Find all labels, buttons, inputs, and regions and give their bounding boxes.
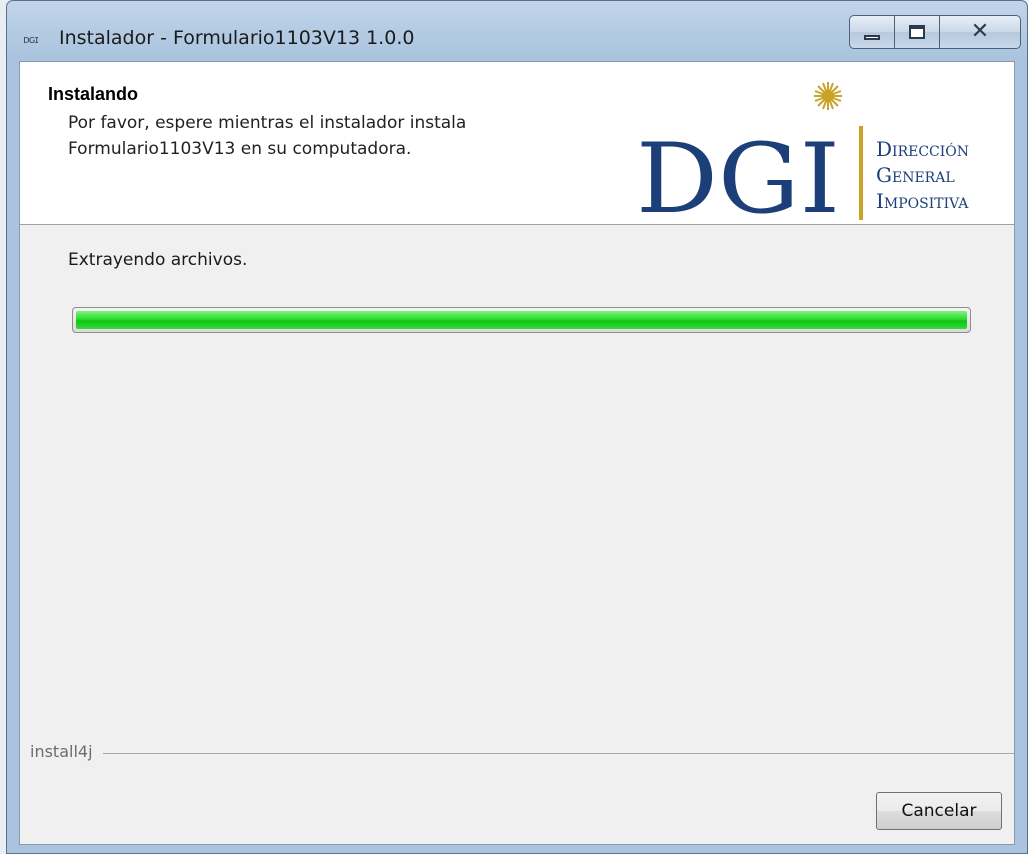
brand-label: install4j (30, 742, 103, 761)
cancel-button[interactable]: Cancelar (876, 792, 1002, 830)
separator-line (30, 753, 1014, 754)
title-bar[interactable]: ᴅɢɪ Instalador - Formulario1103V13 1.0.0… (7, 1, 1027, 61)
logo-line-1: Dirección (876, 137, 969, 161)
close-button[interactable]: ✕ (939, 15, 1021, 49)
installer-header: Instalando Por favor, espere mientras el… (20, 62, 1014, 225)
progress-fill (76, 311, 967, 329)
logo-line-3: Impositiva (876, 189, 969, 213)
logo-divider (859, 126, 863, 220)
maximize-button[interactable] (894, 15, 940, 49)
brand-separator: install4j (20, 742, 1014, 762)
description-line-1: Por favor, espere mientras el instalador… (68, 113, 467, 133)
dgi-logo: DGI Dirección General Impositiva (636, 82, 969, 220)
logo-letters: DGI (636, 123, 840, 220)
logo-line-2: General (876, 163, 955, 187)
minimize-button[interactable] (849, 15, 895, 49)
sun-emblem-icon (814, 82, 842, 110)
minimize-icon (864, 34, 880, 40)
app-icon: ᴅɢɪ (23, 33, 39, 46)
close-icon: ✕ (970, 19, 990, 44)
page-title: Instalando (48, 84, 139, 104)
page-description: Por favor, espere mientras el instalador… (68, 110, 588, 162)
window-title: Instalador - Formulario1103V13 1.0.0 (59, 27, 415, 49)
progress-bar (72, 307, 971, 333)
status-label: Extrayendo archivos. (68, 250, 248, 270)
caption-buttons: ✕ (849, 15, 1021, 53)
description-line-2: Formulario1103V13 en su computadora. (68, 139, 412, 159)
maximize-icon (909, 25, 925, 39)
installer-client-area: Instalando Por favor, espere mientras el… (19, 61, 1015, 845)
installer-window: ᴅɢɪ Instalador - Formulario1103V13 1.0.0… (6, 0, 1028, 854)
